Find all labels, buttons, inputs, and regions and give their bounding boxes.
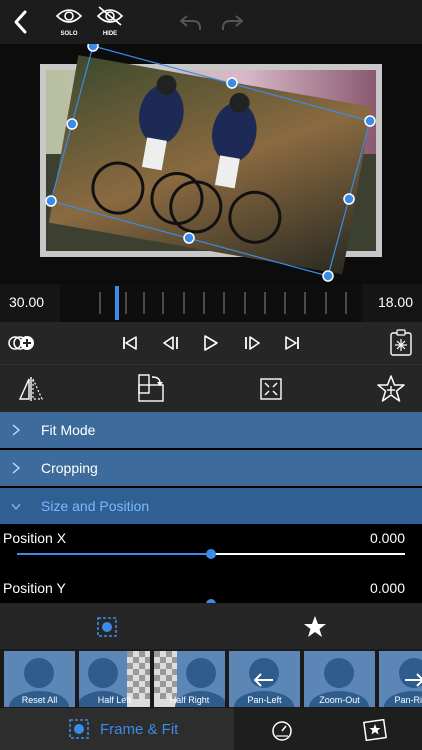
- step-back-icon: [163, 336, 178, 350]
- chevron-right-icon: [12, 424, 21, 436]
- chevron-down-icon: [11, 503, 21, 511]
- preset-pan-right[interactable]: Pan-Right: [379, 651, 422, 707]
- step-back-button[interactable]: [161, 335, 181, 351]
- hide-button[interactable]: HIDE: [95, 6, 125, 38]
- top-toolbar: SOLO HIDE: [0, 0, 422, 44]
- position-x-label: Position X: [3, 530, 67, 546]
- section-size-and-position[interactable]: Size and Position: [0, 488, 422, 524]
- undo-button[interactable]: [178, 10, 204, 34]
- section-cropping[interactable]: Cropping: [0, 450, 422, 486]
- tool-row: [0, 364, 422, 413]
- effects-icon: [362, 718, 388, 742]
- preset-half-right[interactable]: Half Right: [154, 651, 225, 707]
- eye-icon: [55, 9, 83, 23]
- eye-slash-icon: [96, 6, 124, 26]
- frame-target-icon: [69, 719, 89, 739]
- rotate-icon: [138, 374, 164, 402]
- video-preview[interactable]: [0, 44, 422, 284]
- skip-start-icon: [123, 336, 137, 350]
- timeline-scrubber[interactable]: 30.00 18.00: [0, 284, 422, 322]
- position-x-slider[interactable]: [17, 547, 405, 561]
- frame-target-icon: [97, 617, 117, 637]
- preset-reset-all[interactable]: Reset All: [4, 651, 75, 707]
- tab-effects[interactable]: [362, 717, 388, 743]
- preview-canvas: [40, 44, 382, 282]
- play-button[interactable]: [202, 334, 220, 352]
- favorite-button[interactable]: [376, 374, 406, 404]
- solo-label: SOLO: [60, 31, 78, 37]
- timeline-ticks: [60, 284, 362, 322]
- skip-end-icon: [285, 336, 299, 350]
- add-keyframe-button[interactable]: [8, 334, 36, 352]
- redo-button[interactable]: [219, 10, 245, 34]
- preset-pan-left[interactable]: Pan-Left: [229, 651, 300, 707]
- back-button[interactable]: [10, 8, 32, 36]
- clipboard-icon: [390, 329, 412, 356]
- timeline-start-value: 30.00: [9, 294, 45, 310]
- preset-label: Zoom-Out: [319, 695, 360, 705]
- rotate-button[interactable]: [136, 373, 166, 405]
- jump-end-button[interactable]: [283, 335, 301, 351]
- section-label: Size and Position: [41, 498, 150, 514]
- tab-frame-presets[interactable]: [96, 616, 118, 638]
- transport-bar: [0, 322, 422, 364]
- clipboard-button[interactable]: [389, 329, 413, 357]
- jump-start-button[interactable]: [121, 335, 139, 351]
- preset-label: Pan-Left: [247, 695, 282, 705]
- bottom-nav: Frame & Fit: [0, 708, 422, 750]
- chevron-right-icon: [12, 462, 21, 474]
- star-add-icon: [377, 375, 405, 402]
- hide-label: HIDE: [102, 31, 118, 37]
- step-forward-icon: [245, 336, 260, 350]
- preset-tabs: [0, 603, 422, 649]
- timeline-end-value: 18.00: [377, 294, 413, 310]
- tab-speed[interactable]: [270, 718, 294, 742]
- position-y-label: Position Y: [3, 580, 66, 596]
- solo-button[interactable]: SOLO: [54, 6, 84, 38]
- keyframe-add-icon: [8, 336, 34, 350]
- tab-frame-and-fit[interactable]: Frame & Fit: [0, 708, 234, 750]
- star-icon: [304, 616, 326, 637]
- section-fit-mode[interactable]: Fit Mode: [0, 412, 422, 448]
- section-label: Fit Mode: [41, 422, 96, 438]
- tab-favorites[interactable]: [303, 615, 327, 639]
- undo-icon: [180, 15, 201, 30]
- slider-thumb[interactable]: [206, 549, 216, 559]
- preset-label: Half Left: [97, 695, 132, 705]
- preset-zoom-out[interactable]: Zoom-Out: [304, 651, 375, 707]
- flip-icon: [18, 377, 43, 401]
- playhead[interactable]: [115, 286, 119, 320]
- tab-label: Frame & Fit: [100, 721, 179, 738]
- preset-strip: Reset All Half Left Half Right Pan-Left …: [0, 649, 422, 708]
- position-x-value[interactable]: 0.000: [370, 530, 405, 546]
- section-label: Cropping: [41, 460, 98, 476]
- preset-label: Pan-Right: [394, 695, 422, 705]
- speedometer-icon: [272, 721, 292, 741]
- redo-icon: [222, 15, 243, 30]
- fit-to-frame-icon: [260, 378, 282, 400]
- chevron-left-icon: [14, 10, 27, 34]
- step-forward-button[interactable]: [242, 335, 262, 351]
- preset-label: Half Right: [169, 695, 210, 705]
- fit-button[interactable]: [259, 377, 283, 401]
- preset-half-left[interactable]: Half Left: [79, 651, 150, 707]
- flip-button[interactable]: [17, 375, 45, 403]
- preset-label: Reset All: [21, 695, 58, 705]
- position-y-value[interactable]: 0.000: [370, 580, 405, 596]
- play-icon: [204, 335, 218, 351]
